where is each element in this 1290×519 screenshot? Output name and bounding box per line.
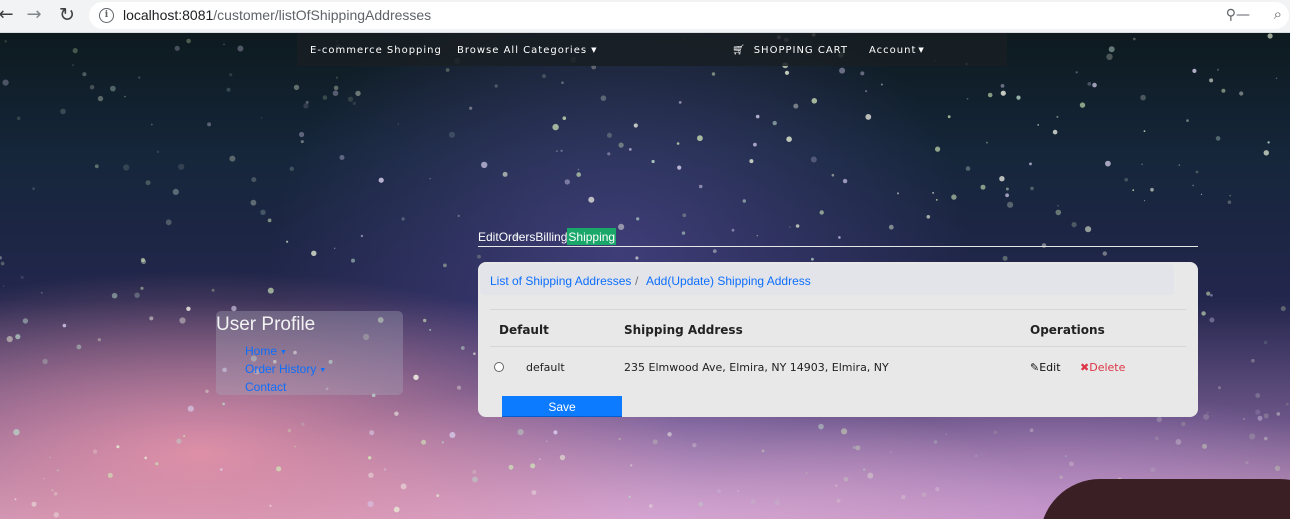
browser-toolbar: ← → ↻ i localhost:8081/customer/listOfSh… <box>0 0 1290 33</box>
profile-link-order-history[interactable]: Order History ▼ <box>245 362 326 376</box>
edit-label: Edit <box>1039 361 1061 374</box>
back-arrow-icon[interactable]: ← <box>0 4 18 26</box>
mountain-silhouette <box>1040 479 1290 519</box>
nav-cart-label: SHOPPING CART <box>753 45 849 56</box>
table-header-border <box>490 346 1186 347</box>
profile-link-home-label: Home <box>245 344 278 358</box>
zoom-icon[interactable]: ⌕ <box>1274 5 1282 23</box>
profile-link-order-history-label: Order History <box>245 362 317 376</box>
table-header-operations: Operations <box>1030 323 1105 337</box>
default-radio[interactable] <box>494 362 504 372</box>
profile-title: User Profile <box>216 314 316 335</box>
tab-orders[interactable]: Orders <box>499 228 536 245</box>
forward-arrow-icon[interactable]: → <box>22 4 46 26</box>
profile-link-contact[interactable]: Contact <box>245 380 286 394</box>
address-bar[interactable]: i localhost:8081/customer/listOfShipping… <box>89 2 1289 29</box>
breadcrumb: List of Shipping Addresses / Add(Update)… <box>480 264 1174 295</box>
nav-browse-categories[interactable]: Browse All Categories ▼ <box>457 45 597 56</box>
table-top-border <box>490 309 1186 310</box>
cart-icon: 🛒︎ <box>732 45 746 56</box>
table-header-address: Shipping Address <box>624 323 743 337</box>
key-icon[interactable]: ⚲— <box>1226 7 1250 23</box>
pencil-icon: ✎ <box>1030 361 1040 374</box>
chevron-down-icon: ▼ <box>319 367 327 374</box>
reload-icon[interactable]: ↻ <box>55 4 79 26</box>
nav-brand[interactable]: E-commerce Shopping <box>310 45 442 56</box>
chevron-down-icon: ▼ <box>918 46 925 54</box>
top-navbar: E-commerce Shopping Browse All Categorie… <box>297 33 1007 66</box>
profile-tabs: EditOrdersBillingShipping <box>478 228 1198 247</box>
tab-shipping[interactable]: Shipping <box>567 228 617 245</box>
table-header-default: Default <box>499 323 549 337</box>
save-button[interactable]: Save <box>502 396 622 417</box>
edit-link[interactable]: ✎Edit <box>1030 361 1061 374</box>
chevron-down-icon: ▼ <box>280 349 287 356</box>
nav-account[interactable]: Account ▼ <box>869 45 925 56</box>
delete-label: Delete <box>1089 361 1126 374</box>
breadcrumb-separator: / <box>635 274 639 288</box>
breadcrumb-list-shipping[interactable]: List of Shipping Addresses <box>490 274 631 288</box>
info-icon[interactable]: i <box>99 8 114 23</box>
delete-link[interactable]: ✖Delete <box>1080 361 1125 374</box>
page-background: E-commerce Shopping Browse All Categorie… <box>0 33 1290 519</box>
x-icon: ✖ <box>1080 361 1090 374</box>
tab-billing[interactable]: Billing <box>535 228 567 245</box>
tab-edit[interactable]: Edit <box>478 228 499 245</box>
url-text[interactable]: localhost:8081/customer/listOfShippingAd… <box>123 7 431 23</box>
nav-browse-label: Browse All Categories <box>457 45 588 56</box>
user-profile-panel: User Profile Home ▼ Order History ▼ Contac… <box>216 311 403 395</box>
shipping-card: List of Shipping Addresses / Add(Update)… <box>478 262 1198 417</box>
profile-link-home[interactable]: Home ▼ <box>245 344 287 358</box>
chevron-down-icon: ▼ <box>591 46 598 54</box>
nav-account-label: Account <box>869 45 917 56</box>
nav-shopping-cart[interactable]: 🛒︎ SHOPPING CART <box>732 45 848 56</box>
breadcrumb-add-shipping[interactable]: Add(Update) Shipping Address <box>646 274 811 288</box>
shipping-address-cell: 235 Elmwood Ave, Elmira, NY 14903, Elmir… <box>624 361 889 374</box>
default-label: default <box>526 361 565 374</box>
